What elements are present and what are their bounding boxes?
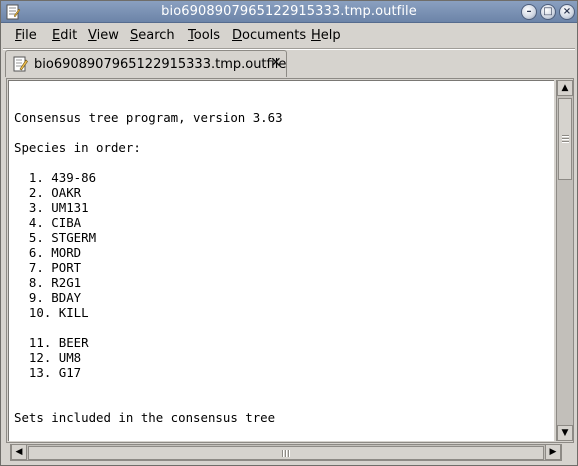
close-icon: × (562, 6, 572, 17)
menu-edit-mnemonic: E (52, 28, 61, 43)
text-editor[interactable]: Consensus tree program, version 3.63 Spe… (8, 80, 554, 441)
vertical-scrollbar[interactable]: ▲ ▼ (556, 80, 573, 441)
text-line (14, 380, 432, 395)
menu-help-mnemonic: H (311, 28, 321, 43)
menu-help[interactable]: Help (311, 28, 341, 43)
menu-help-rest: elp (320, 28, 341, 43)
tab-bar: bio6908907965122915333.tmp.outfile ✕ (1, 50, 577, 78)
scroll-down-arrow-icon[interactable]: ▼ (557, 425, 573, 441)
editor-frame: Consensus tree program, version 3.63 Spe… (6, 78, 574, 443)
menu-tools[interactable]: Tools (188, 28, 220, 43)
text-line (14, 425, 432, 440)
text-line: 4. CIBA (14, 215, 82, 230)
text-line: Sets included in the consensus tree (14, 410, 276, 425)
text-line (14, 125, 432, 140)
text-line: Species in order: (14, 140, 141, 155)
menu-documents-mnemonic: D (232, 28, 243, 43)
grip-line (562, 138, 569, 139)
text-line (14, 155, 432, 170)
text-line: 2. OAKR (14, 185, 82, 200)
text-line: 9. BDAY (14, 290, 82, 305)
horizontal-scroll-thumb[interactable] (28, 446, 544, 460)
vertical-scroll-thumb[interactable] (558, 98, 572, 180)
menu-documents[interactable]: Documents (232, 28, 306, 43)
menu-edit[interactable]: Edit (52, 28, 77, 43)
menu-tools-rest: ools (193, 28, 221, 43)
tab-label: bio6908907965122915333.tmp.outfile (34, 57, 287, 72)
menu-documents-rest: ocuments (242, 28, 307, 43)
grip-line (562, 141, 569, 142)
close-window-button[interactable]: × (559, 4, 575, 20)
menu-view-mnemonic: V (88, 28, 97, 43)
text-line: Consensus tree program, version 3.63 (14, 110, 283, 125)
text-line: 10. KILL (14, 305, 89, 320)
text-line: 13. G17 (14, 365, 82, 380)
document-text: Consensus tree program, version 3.63 Spe… (14, 95, 432, 441)
text-line: 12. UM8 (14, 350, 82, 365)
menu-search-rest: earch (138, 28, 175, 43)
menu-file[interactable]: File (15, 28, 37, 43)
scroll-left-arrow-icon[interactable]: ◀ (11, 444, 27, 460)
minimize-icon: – (526, 6, 532, 17)
menu-view[interactable]: View (88, 28, 119, 43)
grip-line (288, 450, 289, 457)
grip-line (562, 135, 569, 136)
edit-document-icon (13, 56, 28, 72)
menu-bar: File Edit View Search Tools Documents He… (1, 24, 577, 48)
text-line (14, 395, 432, 410)
text-line: 1. 439-86 (14, 170, 97, 185)
menu-edit-rest: dit (60, 28, 78, 43)
text-line (14, 95, 432, 110)
maximize-button[interactable]: □ (540, 4, 556, 20)
horizontal-scrollbar[interactable]: ◀ ▶ (10, 444, 562, 461)
maximize-icon: □ (543, 6, 553, 17)
tab-document[interactable]: bio6908907965122915333.tmp.outfile ✕ (5, 50, 287, 77)
text-line: 3. UM131 (14, 200, 89, 215)
tab-close-icon[interactable]: ✕ (270, 55, 282, 71)
window-title: bio6908907965122915333.tmp.outfile (161, 4, 417, 19)
menu-search[interactable]: Search (130, 28, 175, 43)
text-line: 7. PORT (14, 260, 82, 275)
text-line: 8. R2G1 (14, 275, 82, 290)
minimize-button[interactable]: – (521, 4, 537, 20)
text-line (14, 320, 432, 335)
text-line: 6. MORD (14, 245, 82, 260)
text-line: Set (species in order) How many times ou… (14, 440, 432, 441)
editor-window: bio6908907965122915333.tmp.outfile – □ ×… (0, 0, 578, 466)
text-line: 5. STGERM (14, 230, 97, 245)
grip-line (282, 450, 283, 457)
scroll-up-arrow-icon[interactable]: ▲ (557, 80, 573, 96)
grip-line (285, 450, 286, 457)
menu-view-rest: iew (96, 28, 119, 43)
menu-file-rest: ile (21, 28, 37, 43)
scroll-right-arrow-icon[interactable]: ▶ (545, 444, 561, 460)
title-bar[interactable]: bio6908907965122915333.tmp.outfile – □ × (1, 1, 577, 23)
text-line: 11. BEER (14, 335, 89, 350)
